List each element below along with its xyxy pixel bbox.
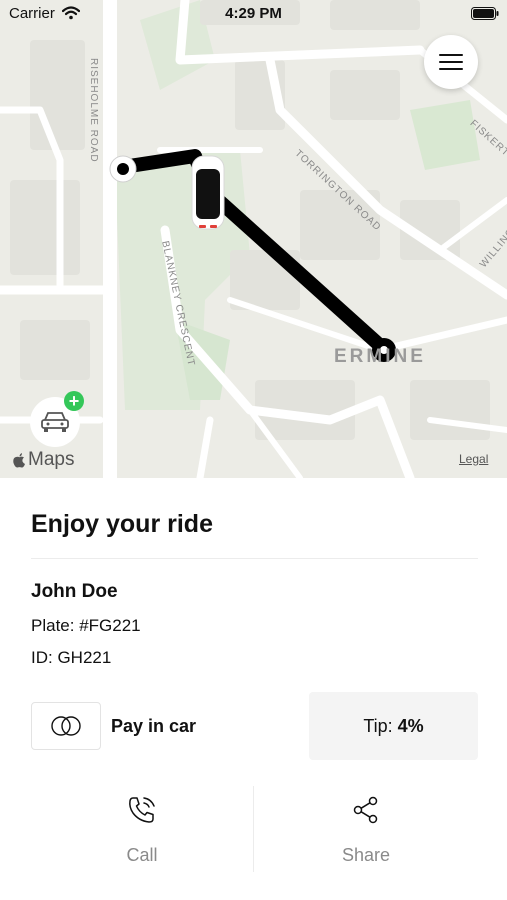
- hamburger-icon: [439, 54, 463, 70]
- ride-panel: Enjoy your ride John Doe Plate: #FG221 I…: [0, 478, 507, 900]
- map-view[interactable]: RISEHOLME ROAD TORRINGTON ROAD BLANKNEY …: [0, 0, 507, 478]
- menu-button[interactable]: [424, 35, 478, 89]
- driver-id: ID: GH221: [31, 648, 112, 667]
- call-button[interactable]: Call: [30, 790, 254, 880]
- car-front-icon: [41, 412, 69, 432]
- add-icon: +: [64, 391, 84, 411]
- tip-button[interactable]: Tip: 4%: [309, 692, 478, 760]
- payment-rings-icon: [51, 716, 81, 736]
- tip-label: Tip:: [363, 715, 393, 736]
- tip-value: 4%: [397, 715, 424, 736]
- call-label: Call: [126, 845, 158, 865]
- driver-name: John Doe: [31, 581, 118, 602]
- payment-label: Pay in car: [111, 716, 197, 736]
- maps-attribution: Maps: [13, 449, 74, 471]
- ride-type-button[interactable]: +: [30, 391, 84, 447]
- area-label: ERMINE: [334, 346, 426, 367]
- legal-link[interactable]: Legal: [459, 452, 488, 466]
- payment-method-button[interactable]: [31, 702, 101, 750]
- car-icon: [191, 155, 225, 230]
- apple-logo-icon: [13, 452, 25, 468]
- phone-icon: [129, 797, 155, 823]
- maps-label: Maps: [28, 449, 75, 470]
- share-label: Share: [341, 845, 391, 865]
- status-bar: Carrier 4:29 PM: [0, 0, 507, 28]
- clock: 4:29 PM: [225, 5, 282, 22]
- panel-title: Enjoy your ride: [31, 510, 213, 538]
- driver-plate: Plate: #FG221: [31, 616, 141, 635]
- share-button[interactable]: Share: [254, 790, 478, 880]
- divider: [31, 558, 478, 559]
- share-icon: [353, 796, 378, 824]
- street-label-riseholme: RISEHOLME ROAD: [88, 58, 99, 163]
- battery-icon: [471, 7, 499, 20]
